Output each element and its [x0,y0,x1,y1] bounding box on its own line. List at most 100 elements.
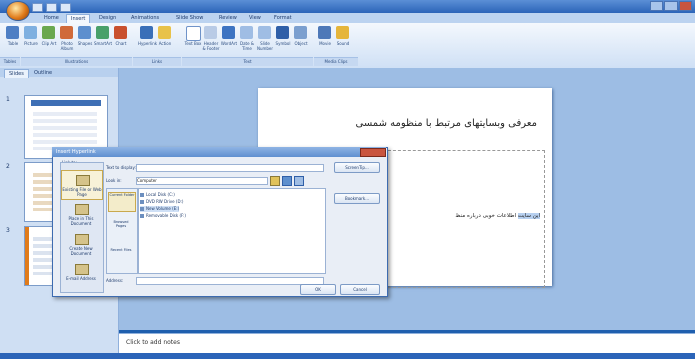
sound-icon[interactable] [336,26,349,39]
tab-animations[interactable]: Animations [127,14,163,23]
body-text: اطلاعات خوبی درباره منظ [455,213,518,219]
text-to-display-label: Text to display: [106,165,136,170]
link-place-in-document[interactable]: Place in This Document [61,200,101,228]
symbol-label: Symbol [275,41,291,46]
email-icon [75,264,89,275]
link-option-label: Place in This Document [68,216,94,226]
hyperlink-label: Hyperlink [138,41,158,46]
movie-label: Movie [319,41,331,46]
text-to-display-input[interactable] [136,164,324,172]
slide-number: 2 [6,163,10,170]
tab-view[interactable]: View [245,14,265,23]
chart-icon[interactable] [114,26,127,39]
link-existing-file[interactable]: Existing File or Web Page [61,170,103,200]
current-folder-button[interactable]: Current Folder [108,192,136,212]
file-name: New Volume (E:) [146,206,180,211]
link-email-address[interactable]: E-mail Address [61,260,101,288]
save-icon[interactable] [32,3,43,12]
dialog-title: Insert Hyperlink [56,149,96,155]
look-in-label: Look in: [106,178,122,183]
picture-icon[interactable] [24,26,37,39]
shapes-icon[interactable] [78,26,91,39]
notes-pane[interactable] [119,333,695,354]
smartart-label: SmartArt [94,41,113,46]
browse-file-icon[interactable] [294,176,304,186]
minimize-button[interactable] [650,1,664,11]
picture-label: Picture [24,41,38,46]
dialog-title-bar [52,147,386,157]
tab-slide-show[interactable]: Slide Show [172,14,207,23]
thumb-content [33,112,97,150]
tab-outline[interactable]: Outline [30,69,56,77]
link-new-document[interactable]: Create New Document [61,230,101,258]
selected-text: این سایت [517,213,540,219]
wordart-icon[interactable] [222,26,235,39]
bookmark-button[interactable]: Bookmark... [334,193,380,204]
file-name: Removable Disk (F:) [146,213,186,218]
address-label: Address: [106,278,124,283]
group-links: Links [133,57,181,66]
thumb-accent [25,227,29,285]
close-button[interactable] [678,1,692,11]
screentip-button[interactable]: ScreenTip... [334,162,380,173]
drive-icon [140,214,144,218]
clip-art-label: Clip Art [41,41,57,46]
drive-icon [140,193,144,197]
list-item[interactable]: Removable Disk (F:) [140,213,186,219]
file-name: DVD RW Drive (D:) [146,199,184,204]
recent-files-button[interactable]: Recent Files [108,248,134,266]
date-time-icon[interactable] [240,26,253,39]
notes-placeholder: Click to add notes [126,339,180,346]
tab-design[interactable]: Design [95,14,120,23]
list-item[interactable]: DVD RW Drive (D:) [140,199,183,205]
chart-label: Chart [115,41,127,46]
wordart-label: WordArt [220,41,238,46]
browse-web-icon[interactable] [282,176,292,186]
office-button[interactable] [6,1,30,21]
tab-format[interactable]: Format [270,14,296,23]
slide-title[interactable]: معرفی وبسایتهای مرتبط با منظومه شمسی [275,118,537,134]
list-item[interactable]: Local Disk (C:) [140,192,175,198]
action-label: Action [158,41,172,46]
slide-number-icon[interactable] [258,26,271,39]
web-page-icon [76,175,90,186]
group-tables: Tables [0,57,20,66]
group-illustrations: Illustrations [21,57,132,66]
tab-home[interactable]: Home [40,14,63,23]
object-icon[interactable] [294,26,307,39]
table-icon[interactable] [6,26,19,39]
browsed-pages-button[interactable]: Browsed Pages [108,220,134,238]
photo-album-icon[interactable] [60,26,73,39]
text-box-icon[interactable] [186,26,201,41]
ok-button[interactable]: OK [300,284,336,295]
redo-icon[interactable] [60,3,71,12]
object-label: Object [294,41,308,46]
cancel-button[interactable]: Cancel [340,284,380,295]
shapes-label: Shapes [77,41,93,46]
movie-icon[interactable] [318,26,331,39]
undo-icon[interactable] [46,3,57,12]
slide-body-text[interactable]: این سایت اطلاعات خوبی درباره منظ [386,213,540,222]
up-folder-icon[interactable] [270,176,280,186]
tab-slides[interactable]: Slides [4,69,29,78]
slide-number: 3 [6,227,10,234]
new-document-icon [75,234,89,245]
dialog-close-button[interactable] [360,148,386,157]
smartart-icon[interactable] [96,26,109,39]
tab-review[interactable]: Review [215,14,241,23]
window-controls [650,1,692,11]
ribbon: Table Picture Clip Art Photo Album Shape… [0,23,695,69]
symbol-icon[interactable] [276,26,289,39]
address-input[interactable] [136,277,324,285]
link-option-label: Create New Document [69,246,93,256]
document-icon [75,204,89,215]
clip-art-icon[interactable] [42,26,55,39]
group-text: Text [182,57,313,66]
maximize-button[interactable] [664,1,678,11]
action-icon[interactable] [158,26,171,39]
pane-tabs: Slides Outline [0,68,118,78]
list-item[interactable]: New Volume (E:) [140,206,180,212]
look-in-select[interactable]: Computer [136,177,268,185]
hyperlink-icon[interactable] [140,26,153,39]
header-footer-icon[interactable] [204,26,217,39]
